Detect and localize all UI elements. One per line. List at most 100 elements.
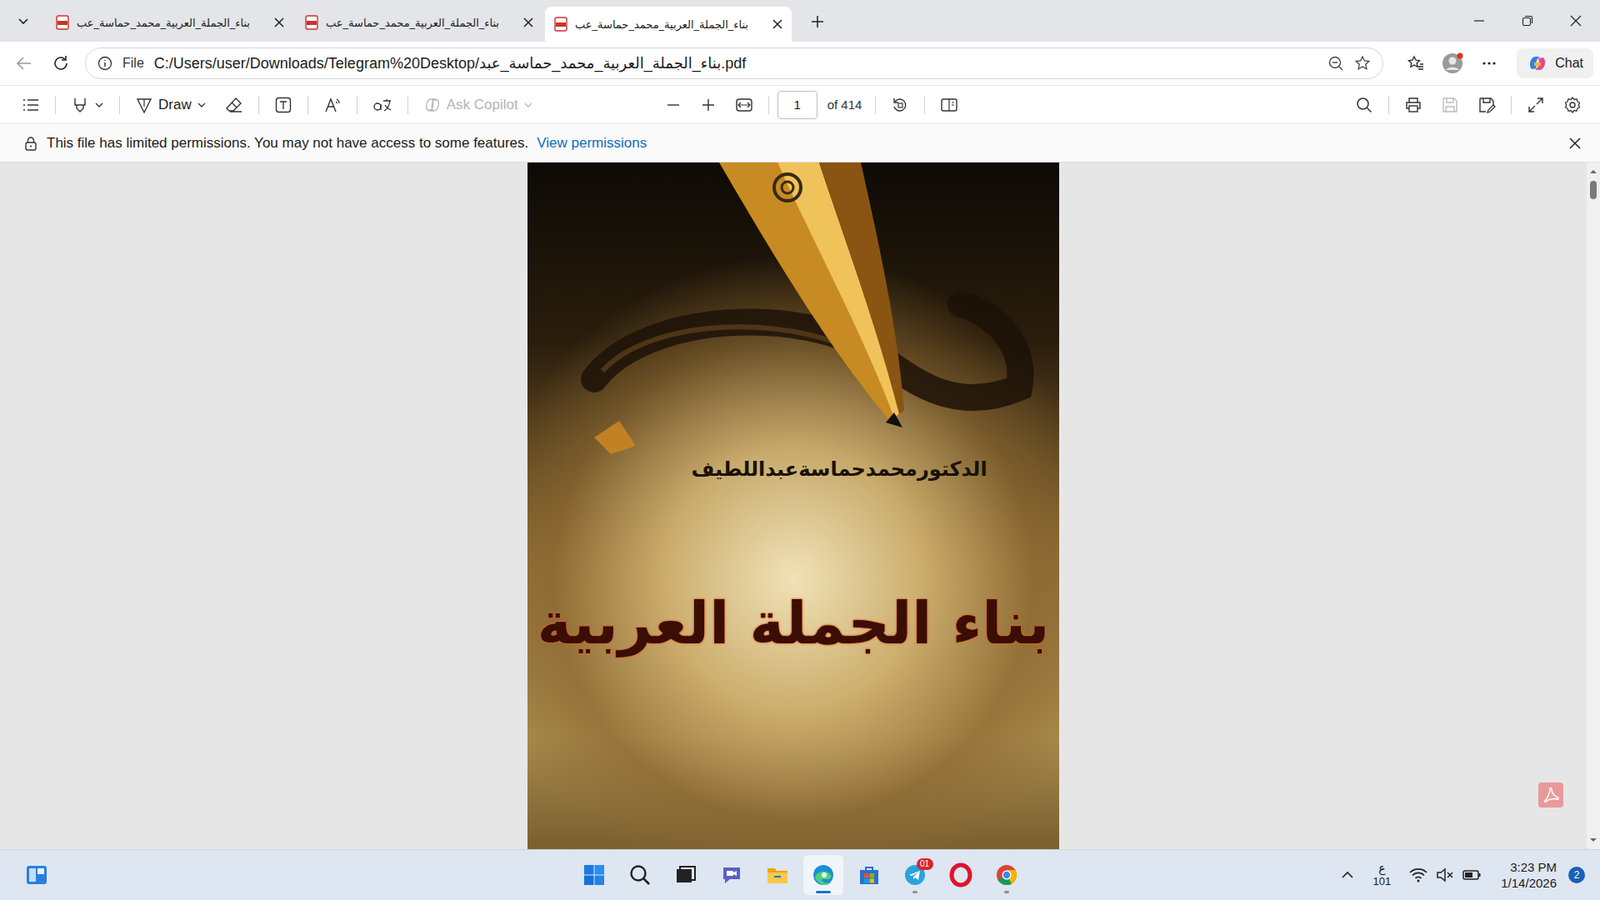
- meet-icon: [719, 862, 745, 888]
- view-permissions-link[interactable]: View permissions: [536, 135, 647, 152]
- quick-settings-button[interactable]: [1402, 863, 1490, 887]
- zoom-out-icon[interactable]: [1327, 55, 1345, 72]
- running-indicator: [815, 890, 831, 894]
- save-button[interactable]: [1434, 90, 1466, 120]
- opera-button[interactable]: [940, 855, 981, 895]
- fit-width-button[interactable]: [728, 90, 760, 120]
- wifi-icon: [1409, 866, 1428, 884]
- save-as-button[interactable]: [1470, 90, 1503, 120]
- search-button[interactable]: [620, 855, 660, 895]
- translate-icon: [372, 95, 393, 115]
- notification-badge[interactable]: 2: [1568, 866, 1585, 884]
- settings-button[interactable]: [1556, 90, 1589, 120]
- page-number-field[interactable]: 1: [777, 90, 818, 120]
- browser-tab[interactable]: بناء_الجملة_العربية_محمد_حماسة_عب: [295, 6, 543, 39]
- pdf-toolbar: Draw Ask Copilot 1 of 414: [0, 85, 1600, 125]
- contents-button[interactable]: [15, 90, 47, 120]
- folder-icon: [765, 862, 790, 888]
- tab-strip: بناء_الجملة_العربية_محمد_حماسة_عب بناء_ال…: [0, 0, 1600, 42]
- draw-button[interactable]: Draw: [128, 90, 214, 120]
- close-icon[interactable]: [1568, 136, 1582, 150]
- close-window-button[interactable]: [1551, 0, 1600, 42]
- permission-bar: This file has limited permissions. You m…: [0, 124, 1600, 163]
- copilot-icon: [1526, 52, 1549, 75]
- find-button[interactable]: [1348, 90, 1380, 120]
- windows-icon: [581, 862, 607, 888]
- meet-button[interactable]: [711, 855, 752, 895]
- start-button[interactable]: [574, 855, 615, 895]
- fullscreen-button[interactable]: [1520, 90, 1552, 120]
- pdf-viewport[interactable]: الدكتورمحمدحماسةعبداللطيفبناء الجملة الع…: [0, 162, 1587, 850]
- taskview-button[interactable]: [665, 855, 706, 895]
- chrome-icon: [994, 862, 1020, 888]
- close-icon[interactable]: [273, 16, 285, 29]
- input-mode: 101: [1373, 875, 1392, 888]
- erase-button[interactable]: [218, 90, 250, 120]
- plus-icon: [810, 14, 825, 30]
- pdf-icon: [55, 15, 70, 30]
- page-count: of 414: [822, 97, 868, 112]
- browser-tab[interactable]: بناء_الجملة_العربية_محمد_حماسة_عب: [545, 6, 792, 42]
- telegram-button[interactable]: 01: [895, 855, 935, 895]
- restore-icon: [1521, 15, 1534, 27]
- new-tab-button[interactable]: [802, 6, 833, 37]
- address-row: File C:/Users/user/Downloads/Telegram%20D…: [0, 41, 1600, 85]
- chrome-button[interactable]: [986, 855, 1027, 895]
- pdf-icon: [553, 16, 569, 32]
- rotate-button[interactable]: [884, 90, 916, 120]
- address-field[interactable]: File C:/Users/user/Downloads/Telegram%20D…: [85, 47, 1384, 80]
- translate-button[interactable]: [365, 90, 400, 120]
- explorer-button[interactable]: [757, 855, 798, 895]
- fit-width-icon: [735, 95, 754, 115]
- url-scheme: File: [122, 55, 145, 71]
- scrollbar-thumb[interactable]: [1590, 180, 1597, 200]
- print-button[interactable]: [1397, 90, 1430, 120]
- text-box-button[interactable]: [267, 90, 300, 120]
- highlight-button[interactable]: [64, 90, 111, 120]
- store-button[interactable]: [849, 855, 890, 895]
- search-icon: [627, 862, 653, 888]
- restore-button[interactable]: [1503, 0, 1552, 42]
- read-aloud-button[interactable]: [316, 90, 349, 120]
- list-icon: [21, 95, 40, 115]
- reload-icon: [51, 54, 70, 73]
- minimize-button[interactable]: [1455, 0, 1504, 42]
- tab-actions-button[interactable]: [8, 5, 39, 36]
- lock-icon: [23, 135, 39, 151]
- acrobat-button[interactable]: [1538, 782, 1564, 808]
- widgets-button[interactable]: [16, 855, 57, 895]
- zoom-out-button[interactable]: [658, 91, 689, 119]
- taskbar: 01 ع101 3:23 PM1/14/20262: [0, 849, 1600, 900]
- input-indicator[interactable]: ع101: [1366, 859, 1399, 891]
- widgets-icon: [24, 862, 50, 888]
- reload-button[interactable]: [45, 47, 77, 80]
- chevron-down-icon: [94, 100, 105, 110]
- scrollbar[interactable]: [1586, 162, 1600, 850]
- more-button[interactable]: [1473, 47, 1505, 80]
- running-indicator: [1004, 890, 1010, 894]
- star-icon[interactable]: [1354, 55, 1371, 72]
- back-button[interactable]: [8, 47, 40, 80]
- close-icon[interactable]: [522, 16, 535, 29]
- ask-copilot-button[interactable]: Ask Copilot: [416, 90, 540, 120]
- chat-button[interactable]: Chat: [1516, 48, 1594, 79]
- tab-label: بناء_الجملة_العربية_محمد_حماسة_عب: [575, 18, 765, 31]
- close-icon: [1570, 15, 1582, 27]
- url-text: C:/Users/user/Downloads/Telegram%20Deskt…: [154, 54, 746, 73]
- pdf-page: الدكتورمحمدحماسةعبداللطيفبناء الجملة الع…: [527, 162, 1060, 850]
- arrow-down-icon: [1589, 835, 1598, 845]
- show-hidden-icons-button[interactable]: [1333, 864, 1362, 886]
- page-view-button[interactable]: [933, 90, 965, 120]
- close-icon[interactable]: [771, 18, 784, 30]
- pdf-viewer: الدكتورمحمدحماسةعبداللطيفبناء الجملة الع…: [0, 162, 1600, 850]
- edge-button[interactable]: [803, 855, 844, 895]
- profile-button[interactable]: [1436, 47, 1469, 80]
- tab-label: بناء_الجملة_العربية_محمد_حماسة_عب: [76, 16, 267, 30]
- time: 3:23 PM: [1510, 859, 1557, 876]
- copilot-icon: [423, 95, 442, 115]
- favorites-button[interactable]: [1400, 47, 1432, 80]
- chevron-down-icon: [523, 100, 534, 110]
- browser-tab[interactable]: بناء_الجملة_العربية_محمد_حماسة_عب: [46, 6, 294, 39]
- zoom-in-button[interactable]: [693, 91, 724, 119]
- clock[interactable]: 3:23 PM1/14/2026: [1494, 855, 1564, 895]
